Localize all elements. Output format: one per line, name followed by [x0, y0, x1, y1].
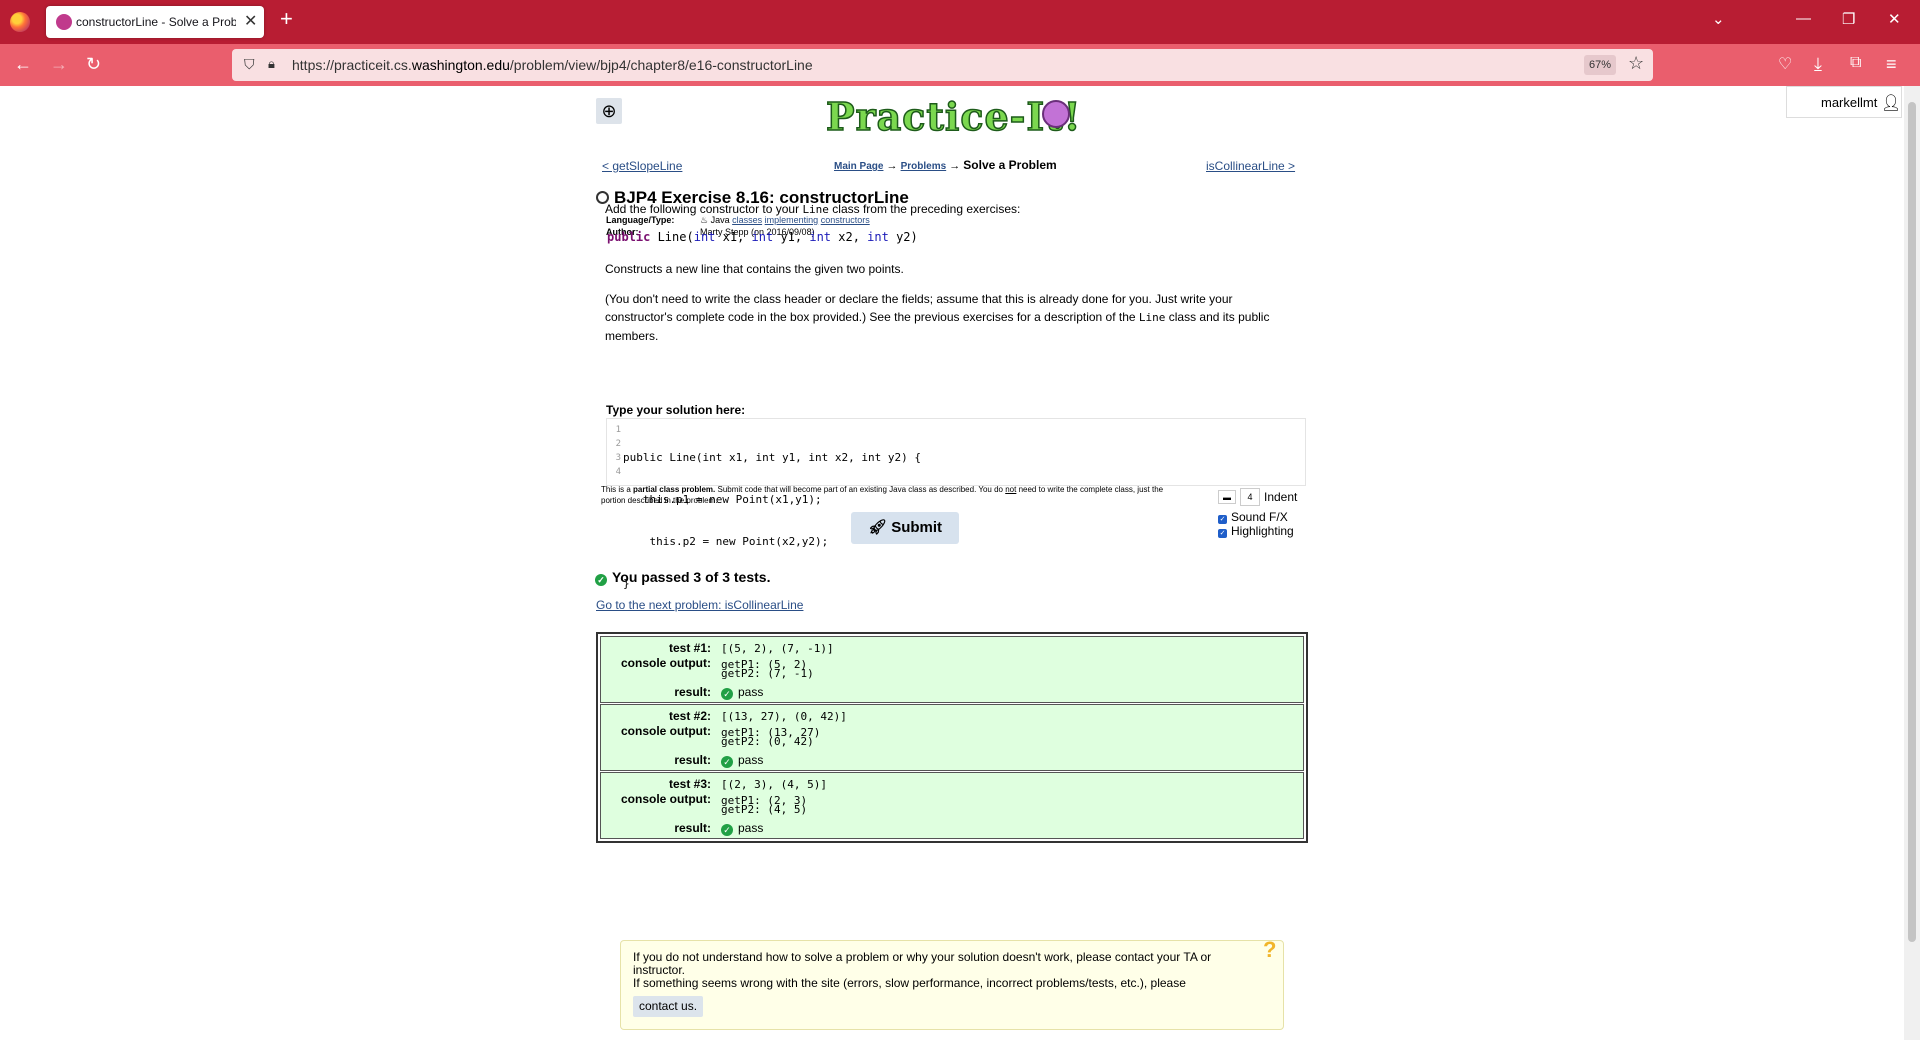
- tab-favicon-icon: [56, 14, 72, 30]
- code-editor[interactable]: 1 2 3 4 public Line(int x1, int y1, int …: [606, 418, 1306, 590]
- question-mark-icon: ?: [1263, 937, 1277, 962]
- test-summary: ✓ You passed 3 of 3 tests.: [595, 569, 770, 586]
- forward-icon[interactable]: →: [50, 54, 68, 75]
- next-problem-link[interactable]: isCollinearLine >: [1206, 159, 1295, 173]
- test-label: test #1:: [668, 641, 711, 655]
- solution-label: Type your solution here:: [606, 403, 746, 417]
- line-numbers: 1 2 3 4: [615, 425, 621, 477]
- result-label: result:: [674, 753, 711, 767]
- crumb-arrow: →: [949, 160, 961, 172]
- check-circle-icon: ✓: [721, 824, 733, 836]
- console-output-label: console output:: [621, 656, 711, 670]
- check-circle-icon: ✓: [595, 574, 607, 586]
- sound-fx-option[interactable]: ✓ Sound F/X: [1218, 510, 1297, 524]
- problem-intro: Add the following constructor to your Li…: [605, 202, 1021, 216]
- test-label: test #2:: [668, 709, 711, 723]
- scrollbar-thumb[interactable]: [1908, 102, 1916, 942]
- browser-toolbar: ← → ↻ ⛉ 🔒︎ https://practiceit.cs.washing…: [0, 44, 1920, 86]
- check-circle-icon: ✓: [721, 688, 733, 700]
- highlighting-checkbox[interactable]: ✓: [1218, 529, 1227, 538]
- constructor-signature: public Line(int x1, int y1, int x2, int …: [607, 230, 918, 244]
- partial-class-note: This is a partial class problem. Submit …: [601, 485, 1164, 505]
- close-window-icon[interactable]: ✕: [1888, 10, 1901, 28]
- firefox-menu-icon[interactable]: [10, 12, 30, 32]
- console-output-line: getP2: (7, -1): [721, 667, 814, 680]
- test-input: [(2, 3), (4, 5)]: [721, 778, 827, 791]
- tab-close-icon[interactable]: ✕: [244, 11, 257, 31]
- test-result-row: test #1: [(5, 2), (7, -1)] console outpu…: [600, 636, 1304, 703]
- sound-fx-checkbox[interactable]: ✓: [1218, 515, 1227, 524]
- help-box: ? If you do not understand how to solve …: [620, 937, 1284, 1030]
- console-output-line: getP2: (4, 5): [721, 803, 808, 816]
- test-label: test #3:: [668, 777, 711, 791]
- test-input: [(5, 2), (7, -1)]: [721, 642, 834, 655]
- editor-options: ▬ 4 Indent ✓ Sound F/X ✓ Highlighting: [1218, 488, 1297, 538]
- app-menu-icon[interactable]: ≡: [1886, 54, 1897, 75]
- downloads-icon[interactable]: ⤓: [1814, 54, 1822, 75]
- result-value: ✓ pass: [721, 821, 763, 836]
- rocket-icon: 🚀︎: [867, 519, 892, 536]
- check-circle-icon: ✓: [721, 756, 733, 768]
- indent-input[interactable]: 4: [1240, 488, 1260, 506]
- url-text[interactable]: https://practiceit.cs.washington.edu/pro…: [292, 57, 813, 73]
- crumb-arrow: →: [886, 160, 898, 172]
- user-menu[interactable]: markellmt 👤︎: [1786, 86, 1902, 118]
- list-all-tabs-icon[interactable]: ⌄: [1712, 10, 1725, 28]
- problem-note: (You don't need to write the class heade…: [605, 292, 1270, 343]
- tab-keyboard-icon[interactable]: ▬: [1218, 490, 1236, 504]
- browser-tab-active[interactable]: constructorLine - Solve a Probl ✕: [46, 6, 264, 38]
- username: markellmt: [1821, 95, 1878, 110]
- code-line: public Line(int x1, int y1, int x2, int …: [623, 451, 922, 464]
- crumb-current: Solve a Problem: [963, 158, 1057, 172]
- test-results-table: test #1: [(5, 2), (7, -1)] console outpu…: [596, 632, 1308, 843]
- crumb-main-page[interactable]: Main Page: [834, 161, 883, 172]
- lock-icon[interactable]: 🔒︎: [268, 56, 275, 72]
- result-label: result:: [674, 685, 711, 699]
- contact-us-button[interactable]: contact us.: [633, 996, 704, 1017]
- browser-tab-bar: constructorLine - Solve a Probl ✕ + ⌄ — …: [0, 0, 1920, 44]
- result-label: result:: [674, 821, 711, 835]
- reload-icon[interactable]: ↻: [86, 54, 101, 75]
- test-result-row: test #3: [(2, 3), (4, 5)] console output…: [600, 772, 1304, 839]
- sound-fx-label: Sound F/X: [1231, 510, 1288, 524]
- test-input: [(13, 27), (0, 42)]: [721, 710, 847, 723]
- result-value: ✓ pass: [721, 685, 763, 700]
- highlighting-option[interactable]: ✓ Highlighting: [1218, 524, 1297, 538]
- page-content: ⊕ Practice-It! markellmt 👤︎ < getSlopeLi…: [0, 86, 1920, 1040]
- minimize-icon[interactable]: —: [1796, 10, 1811, 27]
- console-output-label: console output:: [621, 792, 711, 806]
- page-scrollbar[interactable]: [1904, 86, 1920, 1040]
- indent-label: Indent: [1264, 490, 1298, 504]
- help-text: If you do not understand how to solve a …: [633, 950, 1212, 977]
- crumb-problems[interactable]: Problems: [901, 161, 947, 172]
- tracking-shield-icon[interactable]: ⛉: [244, 56, 255, 73]
- problem-description: Constructs a new line that contains the …: [605, 262, 904, 276]
- zoom-level-badge[interactable]: 67%: [1584, 55, 1616, 75]
- cow-mascot-icon: [1042, 100, 1070, 128]
- bookmark-star-icon[interactable]: ☆: [1628, 53, 1644, 74]
- magnifier-zoom-icon[interactable]: ⊕: [596, 98, 622, 124]
- back-icon[interactable]: ←: [14, 54, 32, 75]
- user-icon: 👤︎: [1881, 95, 1902, 112]
- result-value: ✓ pass: [721, 753, 763, 768]
- new-tab-icon[interactable]: +: [280, 8, 293, 30]
- console-output-line: getP2: (0, 42): [721, 735, 814, 748]
- test-result-row: test #2: [(13, 27), (0, 42)] console out…: [600, 704, 1304, 771]
- tab-title: constructorLine - Solve a Probl: [76, 15, 236, 29]
- url-bar[interactable]: ⛉ 🔒︎ https://practiceit.cs.washington.ed…: [232, 49, 1653, 81]
- restore-icon[interactable]: ❐: [1842, 10, 1855, 28]
- pocket-icon[interactable]: ♡: [1778, 54, 1792, 74]
- breadcrumb: Main Page → Problems → Solve a Problem: [834, 158, 1057, 172]
- help-text: If something seems wrong with the site (…: [633, 976, 1186, 990]
- go-next-problem-link[interactable]: Go to the next problem: isCollinearLine: [596, 598, 803, 612]
- console-output-label: console output:: [621, 724, 711, 738]
- extensions-icon[interactable]: ⧉: [1850, 54, 1861, 72]
- prev-problem-link[interactable]: < getSlopeLine: [602, 159, 682, 173]
- submit-button[interactable]: 🚀︎ Submit: [851, 512, 959, 544]
- highlighting-label: Highlighting: [1231, 524, 1294, 538]
